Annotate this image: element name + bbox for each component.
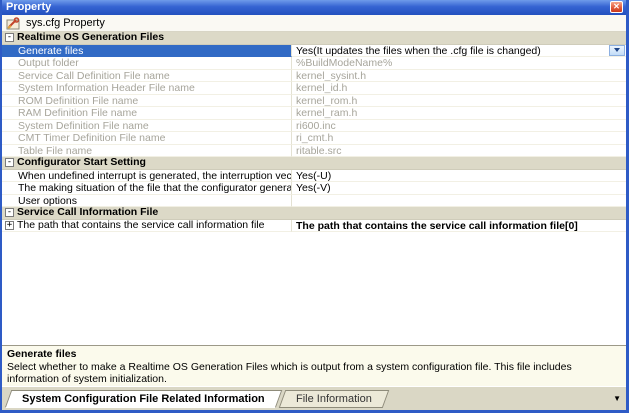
section-row[interactable]: -Configurator Start Setting (2, 157, 626, 170)
property-value: The path that contains the service call … (296, 220, 578, 232)
property-value-cell[interactable]: ri600.inc (292, 120, 626, 133)
property-label-cell[interactable]: The making situation of the file that th… (2, 182, 292, 195)
property-row[interactable]: RAM Definition File name kernel_ram.h (2, 107, 626, 120)
property-label: User options (18, 195, 77, 207)
property-value: ritable.src (296, 145, 342, 157)
property-value-cell[interactable]: Yes(-U) (292, 170, 626, 183)
tab-overflow-icon[interactable]: ▼ (613, 395, 621, 403)
property-label-cell[interactable]: Generate files (2, 45, 292, 58)
property-label-cell[interactable]: RAM Definition File name (2, 107, 292, 120)
property-label-cell[interactable]: CMT Timer Definition File name (2, 132, 292, 145)
description-panel: Generate files Select whether to make a … (2, 345, 626, 386)
property-value-cell[interactable]: kernel_rom.h (292, 95, 626, 108)
tab-label: System Configuration File Related Inform… (22, 393, 265, 405)
property-value: kernel_rom.h (296, 95, 357, 107)
property-row[interactable]: System Information Header File name kerne… (2, 82, 626, 95)
property-label: Table File name (18, 145, 92, 157)
property-value-cell[interactable]: Yes(-V) (292, 182, 626, 195)
property-label: Service Call Definition File name (18, 70, 170, 82)
section-label: Realtime OS Generation Files (17, 32, 164, 44)
property-value: Yes(-U) (296, 170, 331, 182)
property-label-cell[interactable]: +The path that contains the service call… (2, 220, 292, 233)
property-value-cell[interactable]: ritable.src (292, 145, 626, 158)
section-row[interactable]: -Realtime OS Generation Files (2, 32, 626, 45)
property-value-cell[interactable]: kernel_sysint.h (292, 70, 626, 83)
property-value-cell[interactable]: Yes(It updates the files when the .cfg f… (292, 45, 626, 58)
property-value-cell[interactable]: ri_cmt.h (292, 132, 626, 145)
property-value: Yes(It updates the files when the .cfg f… (296, 45, 541, 57)
property-window: Property ✕ sys.cfg Property -Realtime OS… (0, 0, 629, 413)
property-value-cell[interactable]: kernel_ram.h (292, 107, 626, 120)
property-label-cell[interactable]: Output folder (2, 57, 292, 70)
property-value: Yes(-V) (296, 182, 331, 194)
dropdown-arrow-icon[interactable] (609, 45, 625, 56)
property-label-cell[interactable]: ROM Definition File name (2, 95, 292, 108)
property-row[interactable]: Output folder %BuildModeName% (2, 57, 626, 70)
property-target-label: sys.cfg Property (26, 17, 105, 29)
property-value-cell[interactable]: The path that contains the service call … (292, 220, 626, 233)
property-value: kernel_ram.h (296, 107, 357, 119)
section-label: Service Call Information File (17, 207, 158, 219)
tab-system-configuration-file-related-information[interactable]: System Configuration File Related Inform… (5, 390, 282, 408)
property-grid: -Realtime OS Generation FilesGenerate fi… (2, 32, 626, 232)
tab-label: File Information (296, 393, 372, 405)
property-label: The path that contains the service call … (17, 220, 264, 232)
window-title: Property (6, 1, 51, 13)
property-row[interactable]: System Definition File name ri600.inc (2, 120, 626, 133)
property-label: The making situation of the file that th… (18, 182, 292, 194)
property-label-cell[interactable]: Table File name (2, 145, 292, 158)
property-value: ri_cmt.h (296, 132, 333, 144)
expand-icon[interactable]: + (5, 221, 14, 230)
section-label: Configurator Start Setting (17, 157, 146, 169)
property-label-cell[interactable]: When undefined interrupt is generated, t… (2, 170, 292, 183)
property-row[interactable]: Generate files Yes(It updates the files w… (2, 45, 626, 58)
property-row[interactable]: Service Call Definition File name kernel_… (2, 70, 626, 83)
description-title: Generate files (7, 348, 621, 361)
property-row[interactable]: When undefined interrupt is generated, t… (2, 170, 626, 183)
property-value-cell[interactable] (292, 195, 626, 208)
close-icon[interactable]: ✕ (610, 1, 623, 13)
property-value-cell[interactable]: %BuildModeName% (292, 57, 626, 70)
bottom-tab-bar: System Configuration File Related Inform… (2, 386, 626, 410)
property-label: ROM Definition File name (18, 95, 138, 107)
property-label: RAM Definition File name (18, 107, 137, 119)
property-label: Output folder (18, 57, 79, 69)
property-target-bar: sys.cfg Property (2, 15, 626, 32)
tab-file-information[interactable]: File Information (278, 390, 388, 408)
property-label-cell[interactable]: System Information Header File name (2, 82, 292, 95)
property-row[interactable]: CMT Timer Definition File name ri_cmt.h (2, 132, 626, 145)
grid-empty-area (2, 232, 626, 345)
property-value: kernel_id.h (296, 82, 347, 94)
collapse-icon[interactable]: - (5, 33, 14, 42)
property-row[interactable]: The making situation of the file that th… (2, 182, 626, 195)
property-value: ri600.inc (296, 120, 336, 132)
property-label: Generate files (18, 45, 83, 57)
property-label-cell[interactable]: User options (2, 195, 292, 208)
property-label-cell[interactable]: System Definition File name (2, 120, 292, 133)
property-row[interactable]: +The path that contains the service call… (2, 220, 626, 233)
property-value-cell[interactable]: kernel_id.h (292, 82, 626, 95)
property-label: When undefined interrupt is generated, t… (18, 170, 292, 182)
property-row[interactable]: Table File name ritable.src (2, 145, 626, 158)
property-label: System Information Header File name (18, 82, 195, 94)
property-label: System Definition File name (18, 120, 149, 132)
property-value: %BuildModeName% (296, 57, 392, 69)
property-label: CMT Timer Definition File name (18, 132, 165, 144)
property-value: kernel_sysint.h (296, 70, 366, 82)
property-row[interactable]: User options (2, 195, 626, 208)
property-label-cell[interactable]: Service Call Definition File name (2, 70, 292, 83)
property-row[interactable]: ROM Definition File name kernel_rom.h (2, 95, 626, 108)
description-body: Select whether to make a Realtime OS Gen… (7, 361, 621, 386)
collapse-icon[interactable]: - (5, 158, 14, 167)
property-icon (6, 17, 22, 30)
window-titlebar[interactable]: Property ✕ (2, 0, 626, 15)
collapse-icon[interactable]: - (5, 208, 14, 217)
section-row[interactable]: -Service Call Information File (2, 207, 626, 220)
